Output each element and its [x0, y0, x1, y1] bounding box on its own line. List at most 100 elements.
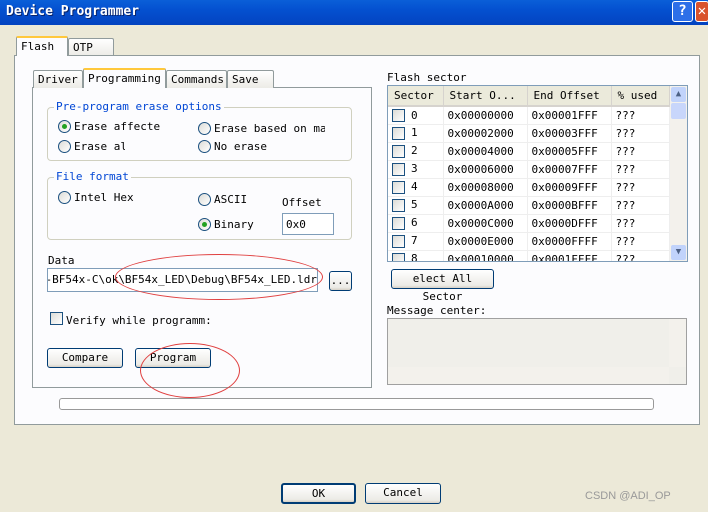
label-no-erase: No erase [214, 140, 267, 153]
cell-text: 0x00002000 [447, 126, 514, 140]
cell-text: 0x0000FFFF [531, 234, 598, 248]
tab-save[interactable]: Save [227, 70, 274, 88]
sector-cell: 5 [388, 196, 444, 215]
column-end-offset[interactable]: End Offset [527, 86, 612, 107]
label-erase-affected: Erase affecte [74, 120, 161, 133]
message-hscrollbar[interactable] [388, 367, 669, 384]
column-sector[interactable]: Sector [388, 86, 444, 107]
cell-text: 6 [411, 216, 418, 230]
message-vscrollbar[interactable] [669, 319, 686, 367]
label-ascii: ASCII [214, 193, 248, 206]
table-row[interactable]: 1 0x00002000 0x00003FFF??? [388, 124, 670, 143]
sector-checkbox[interactable] [392, 216, 405, 230]
column-start-offset[interactable]: Start O... [443, 86, 528, 107]
cell-text: 0x0001FFFF [531, 252, 598, 262]
radio-erase-all[interactable] [58, 140, 71, 153]
percent-used-cell: ??? [611, 178, 670, 197]
table-row[interactable]: 2 0x00004000 0x00005FFF??? [388, 142, 670, 161]
cell-text: 0x00009FFF [531, 180, 598, 194]
sector-checkbox[interactable] [392, 234, 405, 248]
percent-used-cell: ??? [611, 160, 670, 179]
cell-text: 0x0000DFFF [531, 216, 598, 230]
sector-checkbox[interactable] [392, 109, 405, 122]
start-offset-cell: 0x00010000 [443, 250, 528, 261]
table-row[interactable]: 5 0x0000A000 0x0000BFFF??? [388, 196, 670, 215]
annotation-ellipse-data [115, 254, 323, 300]
end-offset-cell: 0x00009FFF [527, 178, 612, 197]
cell-text: ??? [615, 234, 636, 248]
radio-ascii[interactable] [198, 193, 211, 206]
table-row[interactable]: 4 0x00008000 0x00009FFF??? [388, 178, 670, 197]
table-row[interactable]: 7 0x0000E000 0x0000FFFF??? [388, 232, 670, 251]
sector-checkbox[interactable] [392, 198, 405, 212]
radio-erase-affected[interactable] [58, 120, 71, 133]
cell-text: 0x0000A000 [447, 198, 514, 212]
start-offset-cell: 0x0000A000 [443, 196, 528, 215]
tab-otp[interactable]: OTP [68, 38, 114, 56]
percent-used-cell: ??? [611, 124, 670, 143]
scroll-down-icon[interactable]: ▼ [671, 245, 686, 260]
sector-cell: 4 [388, 178, 444, 197]
radio-erase-map[interactable] [198, 122, 211, 135]
percent-used-cell: ??? [611, 196, 670, 215]
cell-text: 0x00003FFF [531, 126, 598, 140]
select-all-sectors-button[interactable]: elect All Sector [391, 269, 494, 303]
scroll-thumb[interactable] [671, 103, 686, 119]
help-button[interactable]: ? [672, 1, 693, 22]
sector-cell: 1 [388, 124, 444, 143]
tab-programming[interactable]: Programming [83, 68, 166, 88]
radio-no-erase[interactable] [198, 140, 211, 153]
label-erase-all: Erase all [74, 140, 125, 153]
sector-cell: 3 [388, 160, 444, 179]
table-row[interactable]: 3 0x00006000 0x00007FFF??? [388, 160, 670, 179]
sector-cell: 7 [388, 232, 444, 251]
tab-flash[interactable]: Flash [16, 36, 68, 56]
cancel-button[interactable]: Cancel [365, 483, 441, 504]
table-scrollbar[interactable]: ▲ ▼ [670, 86, 687, 261]
cell-text: 3 [411, 162, 418, 176]
column-percent-used[interactable]: % used [611, 86, 670, 107]
sector-checkbox[interactable] [392, 180, 405, 194]
label-binary: Binary [214, 218, 254, 231]
tab-commands[interactable]: Commands [166, 70, 227, 88]
cell-text: 1 [411, 126, 418, 140]
sector-cell: 2 [388, 142, 444, 161]
table-row[interactable]: 0 0x00000000 0x00001FFF??? [388, 106, 670, 125]
percent-used-cell: ??? [611, 214, 670, 233]
radio-binary[interactable] [198, 218, 211, 231]
compare-button[interactable]: Compare [47, 348, 123, 368]
file-format-title: File format [54, 170, 131, 183]
scroll-up-icon[interactable]: ▲ [671, 87, 686, 102]
sector-checkbox[interactable] [392, 162, 405, 176]
percent-used-cell: ??? [611, 106, 670, 125]
cell-text: 4 [411, 180, 418, 194]
table-row[interactable]: 6 0x0000C000 0x0000DFFF??? [388, 214, 670, 233]
offset-label: Offset [282, 196, 322, 209]
flash-sector-label: Flash sector [387, 71, 467, 84]
end-offset-cell: 0x00005FFF [527, 142, 612, 161]
table-row[interactable]: 8 0x00010000 0x0001FFFF??? [388, 250, 670, 262]
cell-text: 0x00004000 [447, 144, 514, 158]
start-offset-cell: 0x00006000 [443, 160, 528, 179]
verify-checkbox[interactable] [50, 312, 63, 325]
watermark: CSDN @ADI_OP [585, 490, 671, 502]
sector-checkbox[interactable] [392, 126, 405, 140]
cell-text: ??? [615, 216, 636, 230]
cell-text: ??? [615, 198, 636, 212]
radio-intel-hex[interactable] [58, 191, 71, 204]
ok-button[interactable]: OK [281, 483, 356, 504]
cell-text: 0x00000000 [447, 108, 514, 122]
close-button[interactable]: ✕ [695, 1, 708, 22]
start-offset-cell: 0x00002000 [443, 124, 528, 143]
end-offset-cell: 0x0000BFFF [527, 196, 612, 215]
cell-text: ??? [615, 108, 636, 122]
start-offset-cell: 0x00000000 [443, 106, 528, 125]
message-center-box [387, 318, 687, 385]
browse-button[interactable]: ... [329, 271, 352, 291]
sector-checkbox[interactable] [392, 252, 405, 261]
tab-driver[interactable]: Driver [33, 70, 83, 88]
cell-text: 0x00008000 [447, 180, 514, 194]
cell-text: 0x00007FFF [531, 162, 598, 176]
sector-checkbox[interactable] [392, 144, 405, 158]
offset-input[interactable]: 0x0 [282, 213, 334, 235]
